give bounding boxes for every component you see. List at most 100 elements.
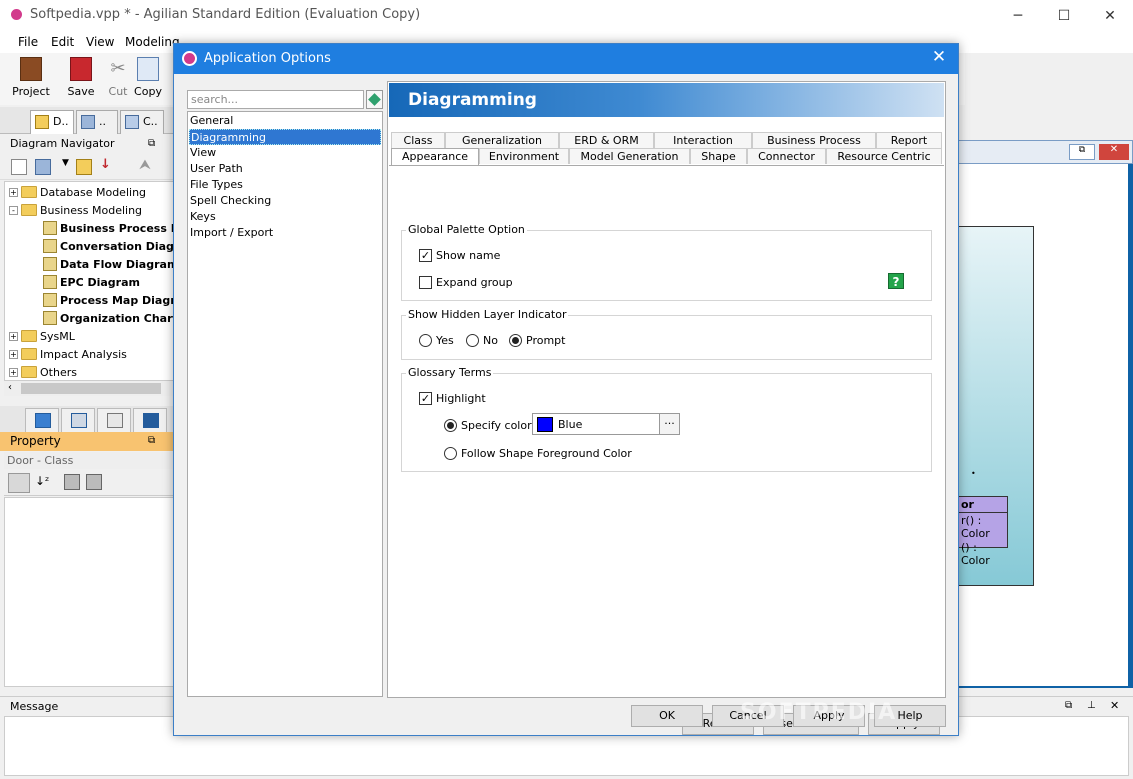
dialog-close-button[interactable]: ✕ bbox=[926, 47, 952, 71]
sort-icon[interactable]: ↓ bbox=[100, 157, 111, 172]
tab-search[interactable] bbox=[61, 408, 95, 432]
up-icon[interactable]: ⮝ bbox=[139, 157, 151, 173]
tab-business-process[interactable]: Business Process bbox=[752, 132, 876, 148]
expand-group-checkbox[interactable] bbox=[419, 276, 432, 289]
tab-connector[interactable]: Connector bbox=[747, 148, 826, 164]
expand-icon[interactable]: + bbox=[9, 331, 18, 341]
tab-favorites[interactable] bbox=[133, 408, 167, 432]
search-input[interactable]: search... bbox=[187, 90, 364, 109]
expand-icon[interactable]: + bbox=[9, 187, 18, 197]
radio-prompt-label: Prompt bbox=[526, 334, 566, 347]
class-box[interactable]: or r() : Color () : Color bbox=[958, 496, 1008, 567]
category-item[interactable]: Keys bbox=[189, 209, 381, 225]
folder-icon bbox=[35, 115, 49, 129]
categorized-icon[interactable] bbox=[8, 473, 30, 493]
show-name-checkbox[interactable]: ✓ bbox=[419, 249, 432, 262]
tree-item[interactable]: EPC Diagram bbox=[43, 273, 140, 291]
diagram-icon bbox=[43, 275, 57, 289]
tab-property-active[interactable] bbox=[25, 408, 59, 432]
category-item[interactable]: Diagramming bbox=[189, 129, 381, 145]
softpedia-watermark: SOFTPEDIA bbox=[740, 700, 898, 725]
project-button[interactable]: Project bbox=[9, 57, 53, 98]
navigator-header: Diagram Navigator ⧉ bbox=[0, 135, 176, 154]
color-browse-button[interactable]: ... bbox=[659, 414, 679, 434]
tree-item[interactable]: Data Flow Diagram bbox=[43, 255, 175, 273]
menu-edit[interactable]: Edit bbox=[51, 35, 74, 49]
tab-class[interactable]: Class bbox=[391, 132, 445, 148]
folder-icon bbox=[21, 204, 37, 216]
collapse-all-icon[interactable] bbox=[86, 474, 102, 490]
tab-environment[interactable]: Environment bbox=[479, 148, 569, 164]
restore-panel-icon[interactable]: ⧉ bbox=[148, 138, 155, 149]
menu-view[interactable]: View bbox=[86, 35, 114, 49]
diagram-icon bbox=[43, 239, 57, 253]
diagram-restore-button[interactable]: ⧉ bbox=[1069, 144, 1095, 160]
scroll-thumb[interactable] bbox=[21, 383, 161, 394]
tree-item[interactable]: Conversation Diagra bbox=[43, 237, 175, 255]
tab-model-explorer[interactable]: .. bbox=[76, 110, 118, 134]
new-diagram-icon[interactable] bbox=[11, 159, 27, 175]
pin-icon[interactable]: ⊥ bbox=[1087, 700, 1096, 711]
tree-item[interactable]: Business Process Di bbox=[43, 219, 175, 237]
category-item[interactable]: File Types bbox=[189, 177, 381, 193]
highlight-checkbox[interactable]: ✓ bbox=[419, 392, 432, 405]
category-item[interactable]: Spell Checking bbox=[189, 193, 381, 209]
sort-alpha-icon[interactable]: ↓ᶻ bbox=[35, 474, 49, 488]
tab-class-repository[interactable]: C.. bbox=[120, 110, 164, 134]
category-item[interactable]: General bbox=[189, 113, 381, 129]
category-item[interactable]: Import / Export bbox=[189, 225, 381, 241]
restore-message-icon[interactable]: ⧉ bbox=[1065, 700, 1072, 711]
tree-item-label: Process Map Diagra bbox=[60, 293, 176, 307]
ok-button[interactable]: OK bbox=[631, 705, 703, 727]
radio-follow-shape[interactable] bbox=[444, 447, 457, 460]
expand-all-icon[interactable] bbox=[64, 474, 80, 490]
category-item[interactable]: View bbox=[189, 145, 381, 161]
diagram-close-button[interactable]: ✕ bbox=[1099, 144, 1129, 160]
menu-modeling[interactable]: Modeling bbox=[125, 35, 180, 49]
tab-documentation[interactable] bbox=[97, 408, 131, 432]
restore-property-icon[interactable]: ⧉ bbox=[148, 435, 155, 446]
minimize-button[interactable]: ─ bbox=[995, 0, 1041, 31]
copy-icon bbox=[137, 57, 159, 81]
expand-icon[interactable]: + bbox=[9, 367, 18, 377]
diagram-list-icon[interactable] bbox=[35, 159, 51, 175]
tab-shape[interactable]: Shape bbox=[690, 148, 747, 164]
copy-button[interactable]: Copy bbox=[126, 57, 170, 98]
tab-interaction[interactable]: Interaction bbox=[654, 132, 752, 148]
message-close-icon[interactable]: ✕ bbox=[1110, 699, 1119, 712]
tree-item[interactable]: + Database Modeling bbox=[9, 183, 146, 201]
radio-prompt[interactable] bbox=[509, 334, 522, 347]
close-button[interactable]: ✕ bbox=[1087, 0, 1133, 31]
tree-item[interactable]: Organization Chart bbox=[43, 309, 175, 327]
dropdown-arrow-icon[interactable]: ▼ bbox=[62, 158, 69, 168]
menu-file[interactable]: File bbox=[18, 35, 38, 49]
radio-specify-color[interactable] bbox=[444, 419, 457, 432]
tab-resource-centric[interactable]: Resource Centric bbox=[826, 148, 942, 164]
tab-report[interactable]: Report bbox=[876, 132, 942, 148]
tree-item[interactable]: Process Map Diagra bbox=[43, 291, 176, 309]
tab-model-generation[interactable]: Model Generation bbox=[569, 148, 690, 164]
search-button[interactable] bbox=[366, 90, 383, 109]
tree-item[interactable]: + SysML bbox=[9, 327, 75, 345]
expand-icon[interactable]: + bbox=[9, 349, 18, 359]
save-icon bbox=[70, 57, 92, 81]
category-item[interactable]: User Path bbox=[189, 161, 381, 177]
collapse-icon[interactable]: - bbox=[9, 205, 18, 215]
tree-item[interactable]: + Others bbox=[9, 363, 77, 381]
tab-diagram-navigator[interactable]: D.. bbox=[30, 110, 74, 134]
tree-item[interactable]: + Impact Analysis bbox=[9, 345, 127, 363]
tab-erd-orm[interactable]: ERD & ORM bbox=[559, 132, 654, 148]
color-picker[interactable]: Blue ... bbox=[532, 413, 680, 435]
maximize-button[interactable]: ☐ bbox=[1041, 0, 1087, 31]
radio-no[interactable] bbox=[466, 334, 479, 347]
scroll-left-icon[interactable]: ‹ bbox=[8, 382, 12, 393]
tree-horizontal-scrollbar[interactable]: ‹ bbox=[4, 380, 176, 396]
help-icon[interactable]: ? bbox=[888, 273, 904, 289]
radio-yes[interactable] bbox=[419, 334, 432, 347]
folder-open-icon[interactable] bbox=[76, 159, 92, 175]
tree-item[interactable]: - Business Modeling bbox=[9, 201, 142, 219]
tab-appearance[interactable]: Appearance bbox=[391, 148, 479, 166]
color-swatch bbox=[537, 417, 553, 432]
tree-item-label: EPC Diagram bbox=[60, 275, 140, 289]
tab-generalization[interactable]: Generalization bbox=[445, 132, 559, 148]
